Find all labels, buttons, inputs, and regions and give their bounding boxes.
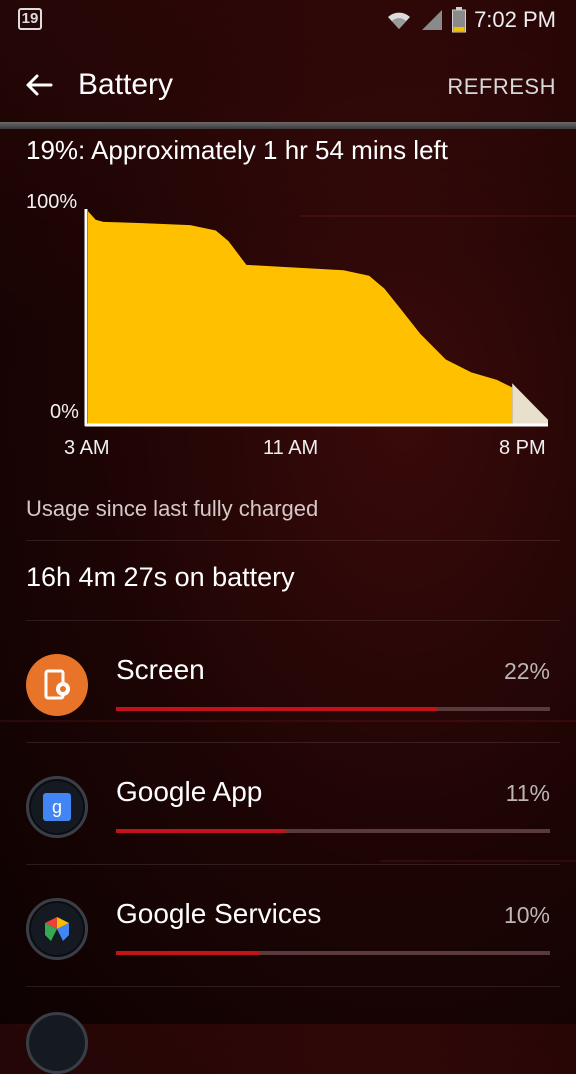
- page-title: Battery: [78, 68, 174, 101]
- app-name: Google App: [116, 776, 263, 807]
- app-usage-row-google-app[interactable]: g Google App 11%: [0, 768, 576, 890]
- refresh-button[interactable]: REFRESH: [447, 74, 556, 100]
- status-bar: 19 7:02 PM: [0, 0, 576, 40]
- usage-bar: [116, 829, 550, 833]
- divider: [26, 540, 560, 541]
- battery-projection-area: [512, 383, 548, 424]
- app-bar-divider: [0, 122, 576, 129]
- app-usage-row-partial[interactable]: [26, 1012, 88, 1074]
- google-app-icon: g: [26, 776, 88, 838]
- status-time: 7:02 PM: [474, 7, 556, 32]
- app-usage-row-google-services[interactable]: Google Services 10%: [0, 890, 576, 1012]
- usage-bar-fill: [116, 951, 260, 955]
- battery-estimate: 19%: Approximately 1 hr 54 mins left: [26, 135, 448, 165]
- battery-icon: [452, 7, 467, 33]
- x-tick-label: 8 PM: [499, 437, 546, 459]
- battery-history-area: [88, 211, 513, 424]
- arrow-left-icon: [26, 74, 53, 96]
- divider: [26, 742, 560, 743]
- app-bar: Battery REFRESH: [0, 50, 576, 122]
- time-on-battery: 16h 4m 27s on battery: [26, 562, 295, 592]
- app-usage-row-screen[interactable]: Screen 22%: [0, 646, 576, 768]
- app-usage-percent: 11%: [505, 780, 550, 806]
- svg-text:g: g: [52, 797, 62, 817]
- usage-bar: [116, 951, 550, 955]
- divider: [26, 620, 560, 621]
- x-tick-label: 3 AM: [64, 437, 110, 459]
- app-usage-percent: 10%: [503, 902, 550, 928]
- usage-bar-fill: [116, 829, 286, 833]
- status-icons: 7:02 PM: [386, 6, 556, 34]
- x-tick-label: 11 AM: [263, 437, 319, 459]
- signal-icon: [422, 10, 443, 30]
- usage-bar-fill: [116, 707, 438, 711]
- google-services-icon: [26, 898, 88, 960]
- usage-section-header: Usage since last fully charged: [26, 496, 319, 521]
- divider: [26, 864, 560, 865]
- app-name: Google Services: [116, 898, 322, 929]
- notification-count-badge: 19: [18, 8, 42, 30]
- chart-plot: [84, 209, 548, 427]
- back-button[interactable]: [22, 68, 56, 102]
- battery-history-chart: 100% 0% 3 AM 11 AM 8 PM: [0, 185, 576, 475]
- app-name: Screen: [116, 654, 205, 685]
- wifi-icon: [388, 12, 411, 29]
- usage-bar: [116, 707, 550, 711]
- app-usage-percent: 22%: [503, 658, 550, 684]
- screen-settings-icon: [26, 654, 88, 716]
- divider: [26, 986, 560, 987]
